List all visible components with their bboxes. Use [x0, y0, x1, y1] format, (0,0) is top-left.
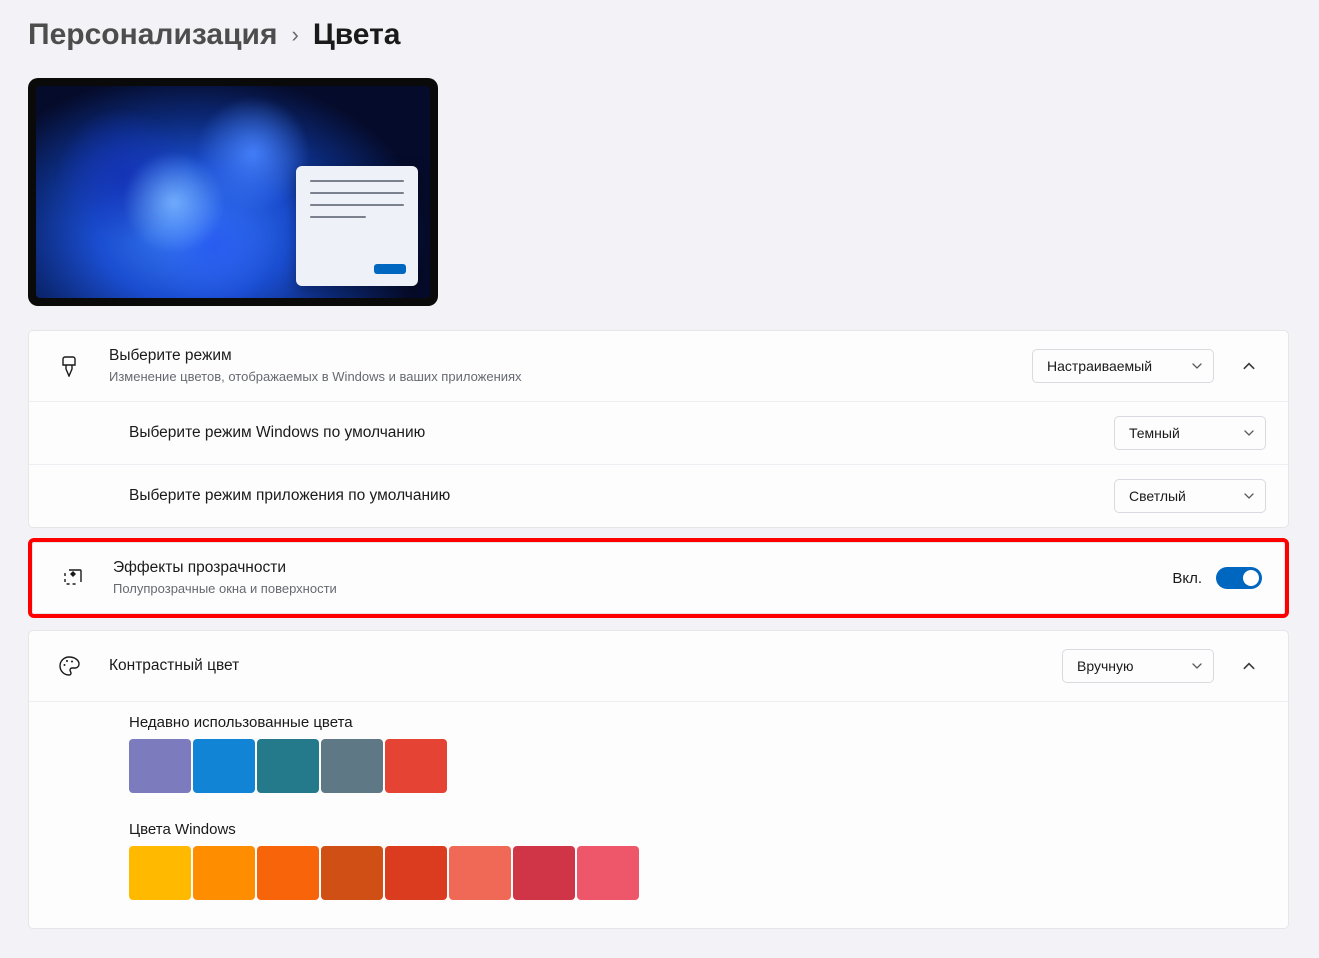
- mode-select[interactable]: Настраиваемый: [1032, 349, 1214, 383]
- recent-colors-row: [129, 739, 1288, 793]
- color-swatch[interactable]: [321, 739, 383, 793]
- mode-panel: Выберите режим Изменение цветов, отображ…: [28, 330, 1289, 528]
- highlight-box: Эффекты прозрачности Полупрозрачные окна…: [28, 538, 1289, 618]
- color-swatch[interactable]: [577, 846, 639, 900]
- windows-mode-value: Темный: [1129, 425, 1180, 441]
- accent-mode-value: Вручную: [1077, 658, 1134, 674]
- transparency-desc: Полупрозрачные окна и поверхности: [113, 580, 1152, 598]
- windows-colors-row: [129, 846, 1288, 900]
- chevron-down-icon: [1243, 490, 1255, 502]
- transparency-row[interactable]: Эффекты прозрачности Полупрозрачные окна…: [33, 543, 1284, 613]
- chevron-down-icon: [1191, 660, 1203, 672]
- chevron-up-icon: [1242, 359, 1256, 373]
- breadcrumb: Персонализация › Цвета: [28, 18, 1289, 52]
- color-swatch[interactable]: [129, 846, 191, 900]
- chevron-down-icon: [1191, 360, 1203, 372]
- transparency-title: Эффекты прозрачности: [113, 558, 1152, 579]
- color-swatch[interactable]: [129, 739, 191, 793]
- toggle-switch[interactable]: [1216, 567, 1262, 589]
- transparency-panel: Эффекты прозрачности Полупрозрачные окна…: [32, 542, 1285, 614]
- mode-select-value: Настраиваемый: [1047, 358, 1152, 374]
- windows-mode-label: Выберите режим Windows по умолчанию: [129, 423, 1094, 444]
- recent-colors-label: Недавно использованные цвета: [129, 714, 1288, 731]
- mode-collapse-button[interactable]: [1232, 349, 1266, 383]
- app-mode-select[interactable]: Светлый: [1114, 479, 1266, 513]
- color-swatch[interactable]: [449, 846, 511, 900]
- color-swatch[interactable]: [385, 739, 447, 793]
- color-swatch[interactable]: [257, 739, 319, 793]
- recent-colors-section: Недавно использованные цвета Цвета Windo…: [29, 701, 1288, 900]
- app-mode-label: Выберите режим приложения по умолчанию: [129, 486, 1094, 507]
- windows-mode-row[interactable]: Выберите режим Windows по умолчанию Темн…: [29, 401, 1288, 464]
- mode-desc: Изменение цветов, отображаемых в Windows…: [109, 368, 1012, 386]
- windows-colors-label: Цвета Windows: [129, 821, 1288, 838]
- mode-title: Выберите режим: [109, 346, 1012, 367]
- accent-collapse-button[interactable]: [1232, 649, 1266, 683]
- transparency-state-label: Вкл.: [1172, 570, 1202, 587]
- color-swatch[interactable]: [257, 846, 319, 900]
- color-swatch[interactable]: [193, 739, 255, 793]
- chevron-right-icon: ›: [291, 22, 298, 48]
- accent-mode-select[interactable]: Вручную: [1062, 649, 1214, 683]
- transparency-toggle[interactable]: Вкл.: [1172, 567, 1262, 589]
- breadcrumb-parent[interactable]: Персонализация: [28, 18, 277, 52]
- brush-icon: [49, 355, 89, 377]
- chevron-down-icon: [1243, 427, 1255, 439]
- transparency-icon: [53, 567, 93, 589]
- color-swatch[interactable]: [321, 846, 383, 900]
- accent-row[interactable]: Контрастный цвет Вручную: [29, 631, 1288, 701]
- chevron-up-icon: [1242, 659, 1256, 673]
- color-swatch[interactable]: [193, 846, 255, 900]
- app-mode-value: Светлый: [1129, 488, 1186, 504]
- color-swatch[interactable]: [513, 846, 575, 900]
- color-swatch[interactable]: [385, 846, 447, 900]
- window-preview: [296, 166, 418, 286]
- mode-row[interactable]: Выберите режим Изменение цветов, отображ…: [29, 331, 1288, 401]
- palette-icon: [49, 655, 89, 677]
- windows-mode-select[interactable]: Темный: [1114, 416, 1266, 450]
- wallpaper-preview: [36, 86, 430, 298]
- app-mode-row[interactable]: Выберите режим приложения по умолчанию С…: [29, 464, 1288, 527]
- accent-panel: Контрастный цвет Вручную Недавно использ…: [28, 630, 1289, 929]
- desktop-preview: [28, 78, 438, 306]
- accent-title: Контрастный цвет: [109, 656, 1042, 677]
- breadcrumb-current: Цвета: [313, 18, 401, 52]
